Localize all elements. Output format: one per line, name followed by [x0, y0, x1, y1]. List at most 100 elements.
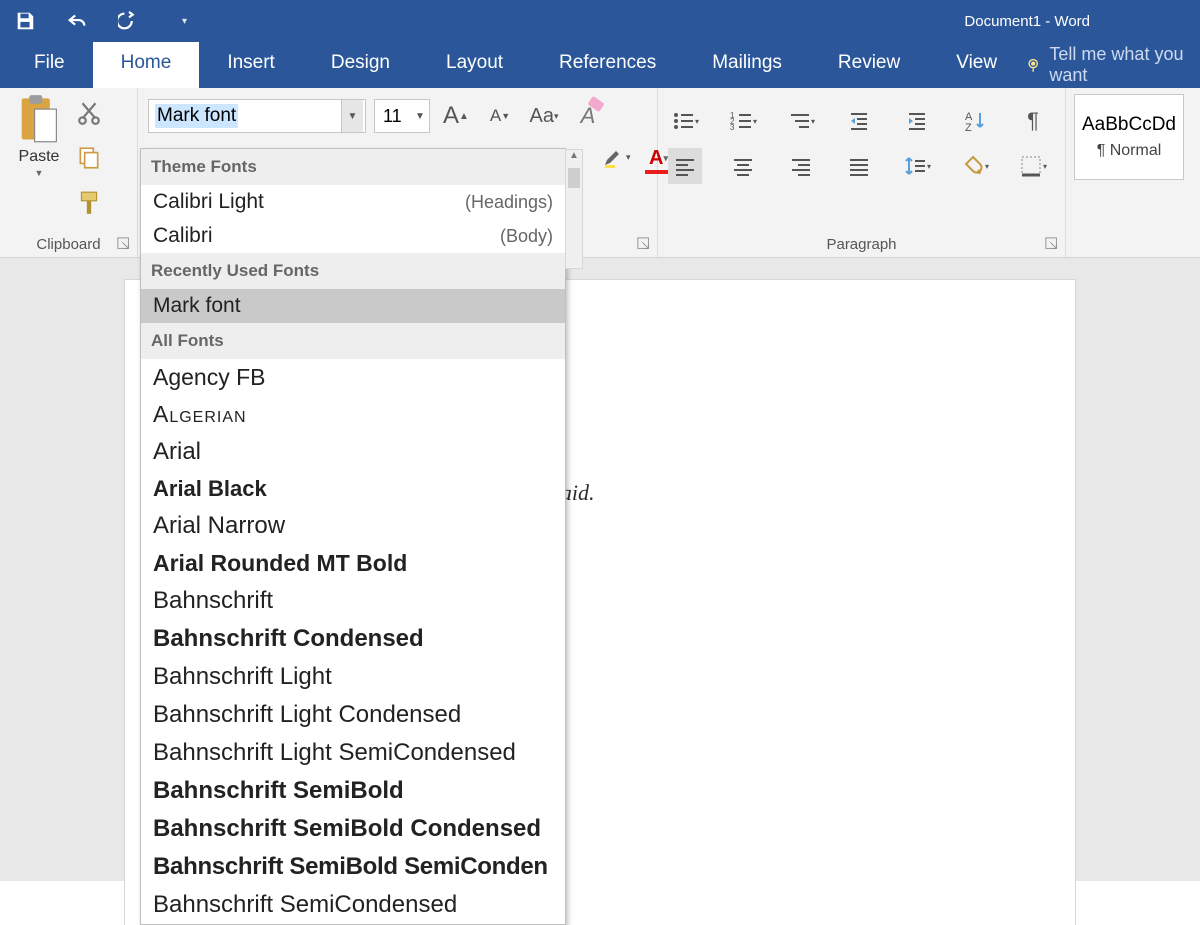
- svg-text:Z: Z: [965, 122, 972, 133]
- style-preview: AaBbCcDd: [1082, 114, 1176, 136]
- decrease-indent-button[interactable]: [842, 103, 876, 139]
- grow-font-button[interactable]: A▲: [438, 98, 474, 134]
- font-option[interactable]: Arial Black: [141, 471, 565, 507]
- group-clipboard-label: Clipboard: [10, 232, 127, 255]
- font-option[interactable]: Bahnschrift SemiBold SemiConden: [141, 848, 565, 886]
- paste-menu-icon[interactable]: ▼: [35, 168, 44, 178]
- tab-file[interactable]: File: [6, 42, 93, 88]
- font-option-label: Bahnschrift SemiCondensed: [153, 891, 457, 919]
- ribbon-tabs: File Home Insert Design Layout Reference…: [0, 42, 1200, 88]
- tab-layout[interactable]: Layout: [418, 42, 531, 88]
- title-bar: ▾ Document1 - Word: [0, 0, 1200, 42]
- numbering-button[interactable]: 123▾: [726, 103, 760, 139]
- font-option-label: Bahnschrift Condensed: [153, 625, 424, 653]
- font-option-label: Bahnschrift Light Condensed: [153, 701, 461, 729]
- tab-design[interactable]: Design: [303, 42, 418, 88]
- show-hide-paragraph-button[interactable]: ¶: [1016, 103, 1050, 139]
- font-option-calibri[interactable]: Calibri (Body): [141, 219, 565, 253]
- justify-button[interactable]: [842, 148, 876, 184]
- style-name: ¶ Normal: [1097, 142, 1162, 160]
- text-highlight-button[interactable]: ▾: [602, 139, 631, 175]
- group-styles: AaBbCcDd ¶ Normal: [1066, 88, 1200, 257]
- align-center-button[interactable]: [726, 148, 760, 184]
- tab-view[interactable]: View: [928, 42, 1025, 88]
- font-option-label: Bahnschrift: [153, 587, 273, 615]
- shrink-font-button[interactable]: A▼: [482, 98, 518, 134]
- font-size-dropdown-icon[interactable]: ▼: [411, 100, 429, 132]
- redo-icon[interactable]: [118, 10, 140, 32]
- font-option-mark-font[interactable]: Mark font: [141, 289, 565, 323]
- font-dialog-launcher-icon[interactable]: [637, 237, 651, 251]
- save-icon[interactable]: [14, 10, 36, 32]
- paragraph-dialog-launcher-icon[interactable]: [1045, 237, 1059, 251]
- window-title: Document1 - Word: [964, 13, 1090, 30]
- font-option[interactable]: Bahnschrift Light Condensed: [141, 696, 565, 734]
- undo-icon[interactable]: [66, 10, 88, 32]
- tab-mailings[interactable]: Mailings: [684, 42, 810, 88]
- font-option-label: Arial Narrow: [153, 512, 285, 540]
- line-spacing-button[interactable]: ▾: [900, 148, 934, 184]
- font-option-label: Arial Black: [153, 476, 267, 502]
- font-option[interactable]: Bahnschrift: [141, 582, 565, 620]
- svg-text:3: 3: [730, 123, 735, 132]
- group-paragraph-label: Paragraph: [668, 232, 1055, 255]
- change-case-button[interactable]: Aa▾: [526, 98, 562, 134]
- font-option-suffix: (Body): [500, 226, 553, 247]
- font-name-dropdown-icon[interactable]: ▼: [341, 100, 363, 132]
- paste-button[interactable]: Paste ▼: [10, 94, 68, 232]
- multilevel-list-button[interactable]: ▾: [784, 103, 818, 139]
- font-option[interactable]: Bahnschrift SemiBold Condensed: [141, 810, 565, 848]
- group-clipboard: Paste ▼ Clipboard: [0, 88, 138, 257]
- font-option[interactable]: Bahnschrift SemiCondensed: [141, 886, 565, 924]
- font-option[interactable]: Agency FB: [141, 359, 565, 396]
- recent-fonts-header: Recently Used Fonts: [141, 253, 565, 289]
- qat-customize-icon[interactable]: ▾: [182, 16, 187, 27]
- font-option[interactable]: Bahnschrift Light: [141, 658, 565, 696]
- clear-formatting-button[interactable]: A: [570, 98, 606, 134]
- align-left-button[interactable]: [668, 148, 702, 184]
- font-option[interactable]: Bahnschrift Light SemiCondensed: [141, 734, 565, 772]
- increase-indent-button[interactable]: [900, 103, 934, 139]
- font-dropdown-panel: Theme Fonts Calibri Light (Headings) Cal…: [140, 148, 566, 925]
- font-size-value: 11: [383, 106, 402, 127]
- font-option[interactable]: Arial Rounded MT Bold: [141, 545, 565, 582]
- font-option-calibri-light[interactable]: Calibri Light (Headings): [141, 185, 565, 219]
- sort-button[interactable]: AZ: [958, 103, 992, 139]
- tab-references[interactable]: References: [531, 42, 684, 88]
- font-option[interactable]: Arial Narrow: [141, 507, 565, 545]
- clipboard-dialog-launcher-icon[interactable]: [117, 237, 131, 251]
- format-painter-icon[interactable]: [76, 190, 102, 221]
- shading-button[interactable]: ▾: [958, 148, 992, 184]
- paste-label: Paste: [19, 148, 60, 166]
- font-option-label: Calibri: [153, 224, 213, 248]
- font-option-label: Bahnschrift SemiBold Condensed: [153, 815, 541, 843]
- borders-button[interactable]: ▾: [1016, 148, 1050, 184]
- font-size-combobox[interactable]: 11 ▼: [374, 99, 430, 133]
- tab-home[interactable]: Home: [93, 42, 200, 88]
- font-option-label: Bahnschrift SemiBold: [153, 777, 404, 805]
- cut-icon[interactable]: [76, 100, 102, 131]
- font-name-value: Mark font: [155, 104, 238, 128]
- style-normal[interactable]: AaBbCcDd ¶ Normal: [1074, 94, 1184, 180]
- quick-access-toolbar: ▾: [0, 10, 187, 32]
- font-name-combobox[interactable]: Mark font ▼: [148, 99, 366, 133]
- tell-me-search[interactable]: Tell me what you want: [1025, 42, 1200, 88]
- theme-fonts-header: Theme Fonts: [141, 149, 565, 185]
- tab-review[interactable]: Review: [810, 42, 928, 88]
- bullets-button[interactable]: ▾: [668, 103, 702, 139]
- font-option-label: Mark font: [153, 294, 241, 318]
- dropdown-scrollbar[interactable]: [565, 149, 583, 269]
- font-option-label: Agency FB: [153, 364, 266, 391]
- font-option[interactable]: Arial: [141, 433, 565, 471]
- align-right-button[interactable]: [784, 148, 818, 184]
- tab-insert[interactable]: Insert: [199, 42, 303, 88]
- font-option-label: Arial Rounded MT Bold: [153, 550, 407, 577]
- font-option[interactable]: Bahnschrift Condensed: [141, 620, 565, 658]
- copy-icon[interactable]: [76, 145, 102, 176]
- font-option-suffix: (Headings): [465, 192, 553, 213]
- all-fonts-header: All Fonts: [141, 323, 565, 359]
- font-option-label: Bahnschrift SemiBold SemiConden: [153, 853, 548, 881]
- font-option[interactable]: Bahnschrift SemiBold: [141, 772, 565, 810]
- group-paragraph: ▾ 123▾ ▾ AZ ¶ ▾ ▾ ▾ Paragraph: [658, 88, 1066, 257]
- font-option[interactable]: Algerian: [141, 396, 565, 433]
